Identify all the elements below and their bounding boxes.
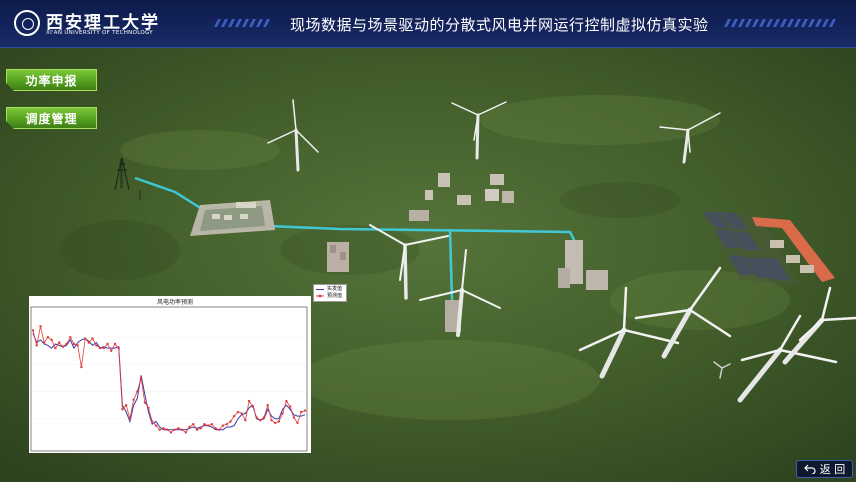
predicted-point — [206, 424, 210, 427]
header-stripes-left-icon — [214, 19, 270, 27]
predicted-point — [255, 416, 258, 419]
predicted-point — [50, 338, 53, 342]
predicted-point — [300, 410, 303, 414]
predicted-point — [288, 405, 292, 408]
predicted-point — [173, 428, 176, 431]
university-name-en: XI'AN UNIVERSITY OF TECHNOLOGY — [46, 30, 153, 36]
predicted-point — [121, 408, 124, 411]
predicted-point — [184, 431, 187, 434]
predicted-point — [110, 349, 113, 352]
predicted-point — [72, 342, 76, 346]
back-label: 返 回 — [819, 463, 846, 476]
predicted-point — [303, 409, 307, 412]
predicted-point — [84, 337, 87, 340]
predicted-point — [76, 344, 79, 347]
predicted-point — [247, 399, 251, 403]
predicted-point — [180, 428, 184, 431]
predicted-point — [285, 399, 288, 403]
university-logo-icon — [14, 10, 40, 36]
predicted-point — [54, 346, 57, 350]
predicted-point — [262, 416, 266, 419]
predicted-point — [106, 342, 109, 346]
predicted-point — [296, 421, 299, 425]
predicted-point — [203, 423, 206, 426]
predicted-point — [125, 404, 128, 407]
predicted-point — [147, 406, 150, 410]
predicted-point — [102, 346, 106, 350]
predicted-point — [188, 425, 191, 429]
predicted-point — [259, 419, 262, 422]
predicted-point — [214, 427, 217, 430]
predicted-point — [292, 416, 295, 419]
predicted-point — [218, 428, 221, 431]
predicted-point — [162, 427, 165, 430]
predicted-point — [113, 342, 117, 346]
predicted-point — [139, 376, 143, 380]
predicted-point — [192, 423, 195, 426]
predicted-point — [266, 404, 269, 407]
predicted-point — [65, 342, 68, 346]
legend-predicted: 预测值 — [327, 293, 343, 299]
chart-legend: 实发值 预测值 — [313, 284, 347, 302]
predicted-point — [87, 341, 91, 344]
predicted-point — [281, 412, 284, 415]
predicted-point — [274, 421, 277, 425]
predicted-point — [31, 329, 35, 332]
predicted-point — [136, 390, 139, 393]
predicted-point — [46, 336, 50, 339]
page-title: 现场数据与场景驱动的分散式风电并网运行控制虚拟仿真实验 — [290, 16, 709, 34]
predicted-point — [229, 420, 232, 423]
predicted-point — [151, 420, 154, 423]
dispatch-manage-button[interactable]: 调度管理 — [6, 107, 97, 129]
predicted-point — [35, 344, 38, 347]
predicted-point — [158, 428, 161, 431]
predicted-point — [98, 346, 102, 350]
predicted-point — [225, 423, 228, 426]
back-button[interactable]: 返 回 — [796, 460, 853, 478]
predicted-point — [91, 337, 94, 340]
substation — [190, 200, 275, 236]
predicted-point — [251, 405, 254, 408]
back-arrow-icon — [803, 464, 816, 474]
predicted-point — [80, 365, 83, 369]
predicted-point — [244, 419, 247, 422]
predicted-point — [195, 428, 199, 431]
header-bar: 西安理工大学 XI'AN UNIVERSITY OF TECHNOLOGY 现场… — [0, 0, 856, 48]
predicted-point — [61, 345, 64, 348]
predicted-point — [199, 427, 202, 430]
predicted-point — [210, 423, 213, 426]
power-report-button[interactable]: 功率申报 — [6, 69, 97, 91]
predicted-point — [233, 414, 236, 418]
predicted-point — [270, 419, 273, 422]
chart-canvas: 风电功率预测 — [30, 298, 308, 452]
legend-actual: 实发值 — [327, 286, 343, 292]
wind-power-forecast-chart: 风电功率预测 — [29, 296, 311, 453]
predicted-point — [95, 344, 98, 347]
predicted-point — [154, 424, 158, 427]
predicted-point — [236, 410, 240, 414]
predicted-point — [169, 431, 173, 434]
predicted-point — [132, 398, 135, 401]
chart-title: 风电功率预测 — [157, 298, 193, 306]
predicted-point — [128, 417, 132, 420]
header-stripes-right-icon — [724, 19, 836, 27]
predicted-point — [143, 401, 146, 404]
predicted-point — [240, 412, 243, 415]
predicted-point — [69, 336, 72, 339]
predicted-point — [43, 341, 46, 344]
predicted-point — [277, 420, 281, 423]
predicted-point — [57, 341, 61, 344]
predicted-point — [39, 325, 42, 328]
predicted-point — [165, 428, 169, 431]
predicted-point — [221, 424, 225, 427]
series-line-actual — [32, 332, 306, 431]
predicted-point — [177, 427, 180, 430]
predicted-point — [117, 346, 120, 350]
